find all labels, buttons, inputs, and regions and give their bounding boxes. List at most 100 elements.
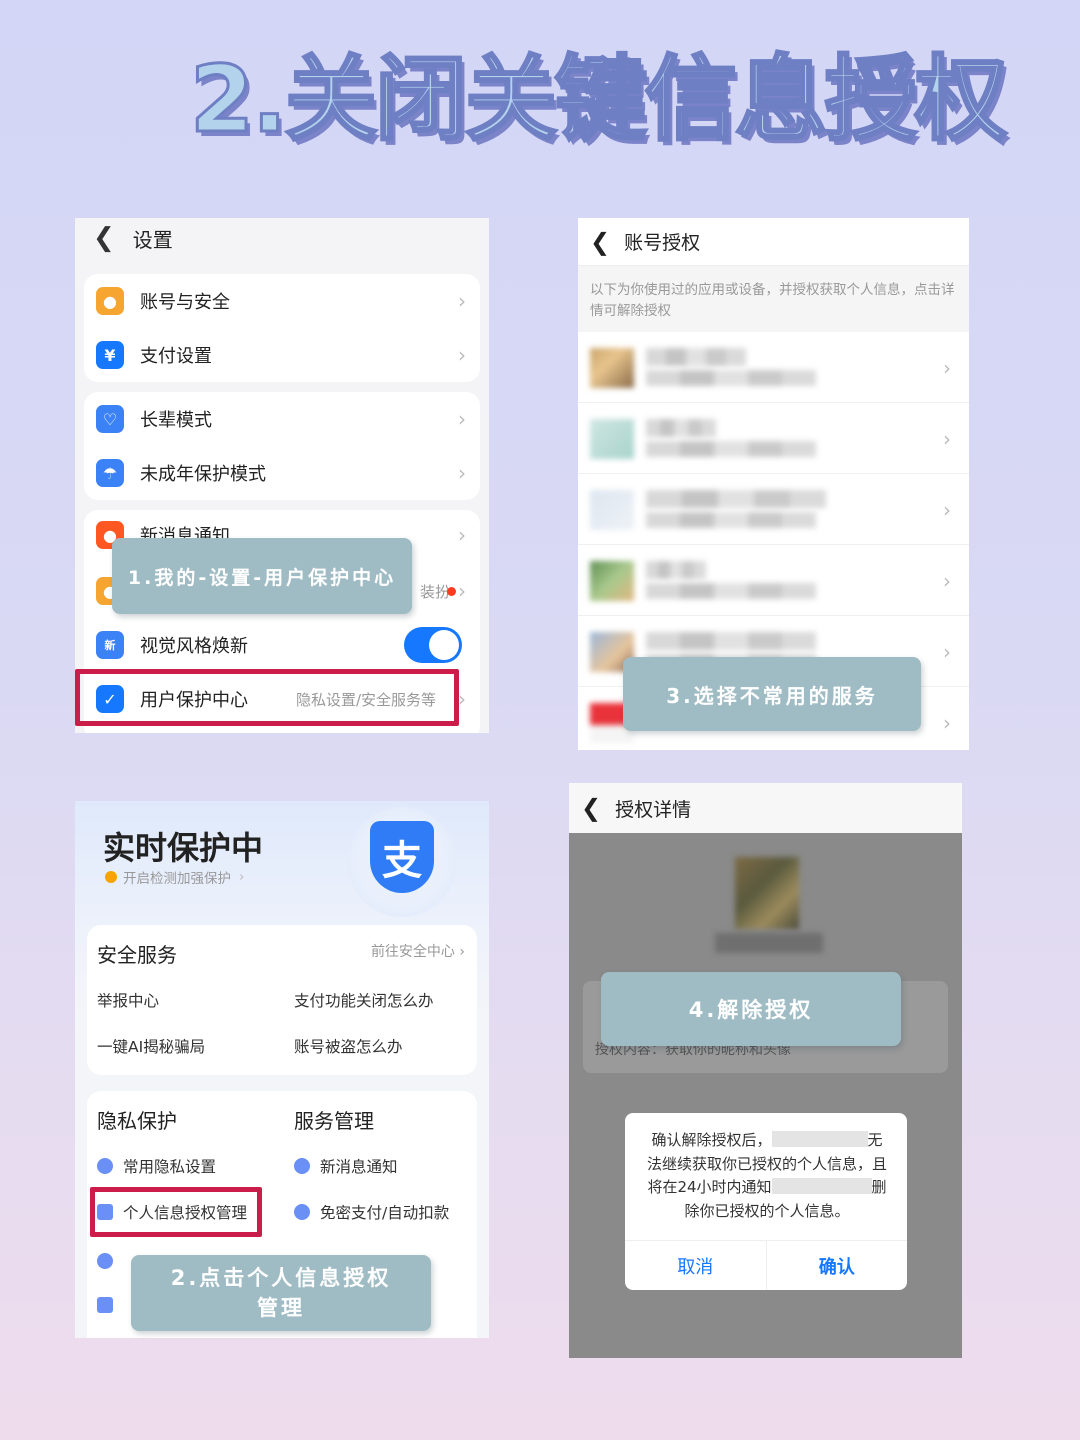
app-name-blurred	[715, 933, 823, 953]
redacted-app-name	[771, 1178, 872, 1194]
red-dot-badge	[447, 586, 456, 596]
app-avatar	[590, 561, 634, 601]
goto-label: 前往安全中心	[370, 944, 455, 960]
chevron-right-icon: ›	[943, 640, 951, 664]
user-icon: ●	[96, 287, 124, 315]
security-services-card: 安全服务 前往安全中心 › 举报中心 支付功能关闭怎么办 一键AI揭秘骗局 账号…	[87, 925, 477, 1075]
chevron-right-icon: ›	[458, 687, 466, 711]
chevron-right-icon: ›	[458, 523, 466, 547]
account-auth-header: ❮ 账号授权	[578, 218, 969, 266]
item-label: 免密支付/自动扣款	[320, 1204, 450, 1222]
settings-header: ❮ 设置	[75, 218, 489, 258]
status-dot-icon	[105, 871, 117, 883]
step2-callout: 2.点击个人信息授权管理	[131, 1255, 431, 1331]
umbrella-icon: ☂	[96, 459, 124, 487]
auth-detail-title: 授权详情	[615, 798, 692, 821]
auth-app-row[interactable]: ›	[578, 332, 969, 403]
settings-item-account-security[interactable]: ● 账号与安全 ›	[84, 274, 480, 328]
message-icon	[294, 1158, 310, 1174]
dialog-text: 无	[867, 1131, 883, 1149]
dialog-text: 法继续获取你已授权的个人信息，且	[646, 1154, 887, 1173]
chevron-right-icon: ›	[943, 569, 951, 593]
privacy-icon	[97, 1158, 113, 1174]
settings-item-sub: 装扮	[419, 582, 450, 601]
auth-detail-panel: ❮ 授权详情 授权内容：获取你的昵称和头像 确认解除授权后，无 法继续获取你已授…	[569, 783, 962, 1358]
settings-group-account: ● 账号与安全 › ¥ 支付设置 ›	[84, 274, 480, 382]
alipay-shield-badge: 支	[347, 807, 457, 917]
auth-app-row[interactable]: ›	[578, 545, 969, 616]
auth-detail-header: ❮ 授权详情	[569, 783, 962, 833]
security-services-title: 安全服务	[97, 943, 177, 967]
dialog-text: 将在24小时内通知	[647, 1178, 772, 1196]
item-label: 新消息通知	[320, 1158, 398, 1176]
chevron-right-icon: ›	[943, 498, 951, 522]
app-avatar	[735, 857, 799, 929]
step1-callout: 1.我的-设置-用户保护中心	[112, 538, 412, 614]
chevron-right-icon: ›	[458, 343, 466, 367]
common-privacy-settings-link[interactable]: 常用隐私设置	[97, 1155, 216, 1177]
protection-status-title: 实时保护中	[103, 829, 264, 867]
service-management-title: 服务管理	[294, 1109, 374, 1133]
page-title: 2.关闭关键信息授权	[189, 45, 1009, 155]
protection-status-line[interactable]: 开启检测加强保护 ›	[105, 867, 244, 887]
app-name-blurred	[646, 419, 716, 437]
cancel-button[interactable]: 取消	[625, 1241, 767, 1290]
privacy-title: 隐私保护	[97, 1109, 177, 1133]
account-auth-title: 账号授权	[624, 232, 701, 254]
style-icon: 新	[96, 631, 124, 659]
settings-item-label: 未成年保护模式	[140, 464, 266, 485]
dialog-text: 删	[871, 1178, 887, 1196]
chevron-right-icon: ›	[458, 579, 466, 603]
app-name-blurred	[646, 561, 706, 579]
redacted-app-name	[771, 1131, 868, 1147]
goto-security-center-link[interactable]: 前往安全中心 ›	[371, 941, 465, 961]
app-avatar	[590, 419, 634, 459]
app-name-blurred	[646, 490, 826, 508]
app-detail-blurred	[646, 441, 816, 457]
highlight-user-protection	[75, 669, 459, 726]
alipay-shield-icon: 支	[370, 821, 434, 893]
app-avatar	[590, 348, 634, 388]
chevron-right-icon: ›	[943, 427, 951, 451]
settings-item-label: 账号与安全	[140, 292, 230, 313]
step3-callout: 3.选择不常用的服务	[623, 657, 921, 731]
chevron-right-icon: ›	[239, 869, 245, 885]
app-detail-blurred	[646, 583, 816, 599]
chevron-right-icon: ›	[458, 289, 466, 313]
app-detail-blurred	[646, 370, 816, 386]
settings-item-minor-mode[interactable]: ☂ 未成年保护模式 ›	[84, 446, 480, 500]
settings-item-label: 视觉风格焕新	[140, 636, 248, 657]
app-detail-blurred	[646, 512, 816, 528]
payment-disabled-help-link[interactable]: 支付功能关闭怎么办	[294, 989, 434, 1011]
settings-item-elder-mode[interactable]: ♡ 长辈模式 ›	[84, 392, 480, 446]
confirm-button[interactable]: 确认	[767, 1241, 908, 1290]
settings-title: 设置	[132, 227, 173, 252]
dialog-buttons: 取消 确认	[625, 1240, 907, 1290]
account-stolen-help-link[interactable]: 账号被盗怎么办	[294, 1035, 403, 1057]
back-icon[interactable]: ❮	[581, 794, 601, 822]
gear-icon	[97, 1253, 113, 1269]
visual-style-toggle[interactable]	[404, 627, 462, 663]
back-icon[interactable]: ❮	[590, 228, 610, 256]
back-icon[interactable]: ❮	[93, 223, 115, 253]
speaker-icon	[97, 1297, 113, 1313]
heart-icon: ♡	[96, 405, 124, 433]
dialog-text: 确认解除授权后，	[651, 1131, 772, 1149]
auth-app-row[interactable]: ›	[578, 474, 969, 545]
auth-app-row[interactable]: ›	[578, 403, 969, 474]
ai-scam-reveal-link[interactable]: 一键AI揭秘骗局	[97, 1035, 205, 1057]
dialog-message: 确认解除授权后， 无 法继续获取你已授权的个人信息，且 将在24小时内通知 删 除你…	[639, 1129, 895, 1223]
report-center-link[interactable]: 举报中心	[97, 989, 159, 1011]
new-message-notification-link[interactable]: 新消息通知	[294, 1155, 398, 1177]
settings-item-label: 长辈模式	[140, 410, 212, 431]
yuan-icon	[294, 1204, 310, 1220]
chevron-right-icon: ›	[458, 407, 466, 431]
protection-status-text: 开启检测加强保护	[123, 871, 231, 887]
password-free-payment-link[interactable]: 免密支付/自动扣款	[294, 1201, 449, 1223]
app-name-blurred	[646, 632, 816, 650]
highlight-personal-info-auth	[90, 1187, 262, 1237]
account-auth-description: 以下为你使用过的应用或设备，并授权获取个人信息，点击详情可解除授权	[578, 266, 969, 332]
revoke-confirm-dialog: 确认解除授权后， 无 法继续获取你已授权的个人信息，且 将在24小时内通知 删 除你…	[625, 1113, 907, 1290]
chevron-right-icon: ›	[458, 461, 466, 485]
settings-item-payment[interactable]: ¥ 支付设置 ›	[84, 328, 480, 382]
